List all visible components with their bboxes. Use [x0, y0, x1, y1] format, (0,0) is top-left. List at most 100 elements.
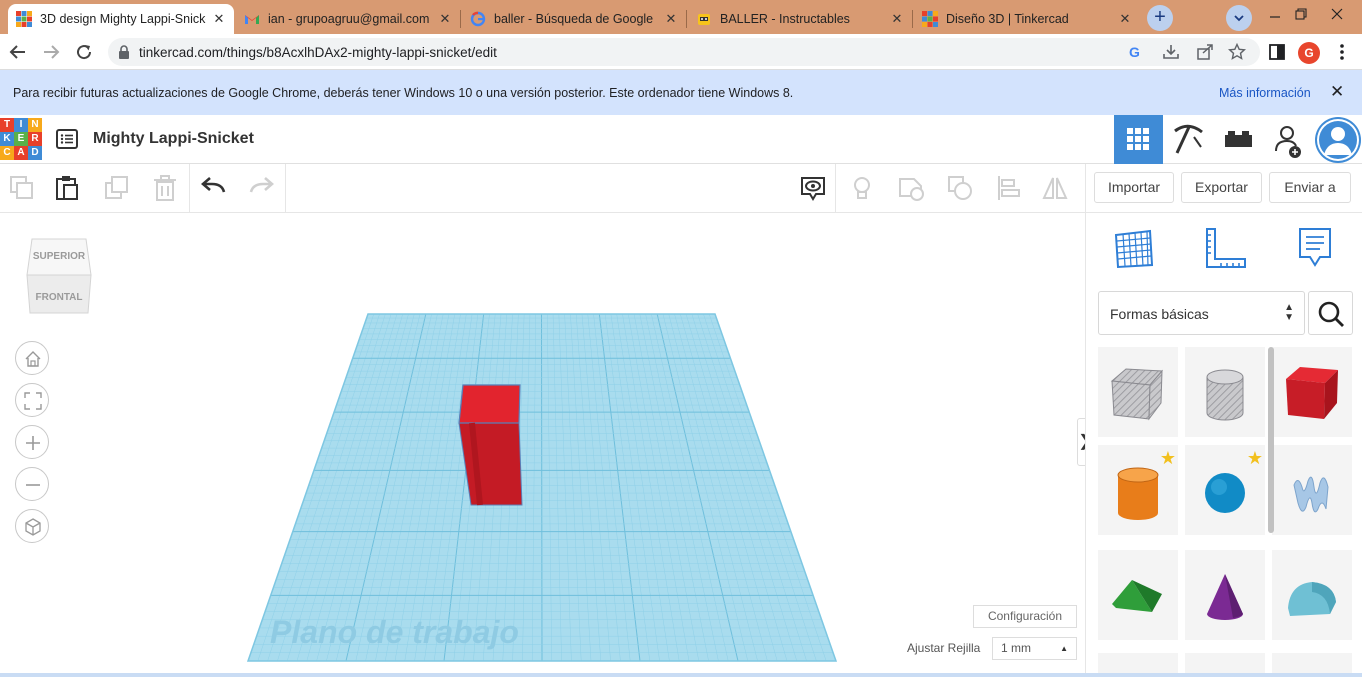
notes-icon[interactable]	[1292, 225, 1338, 271]
send-to-button[interactable]: Enviar a	[1269, 172, 1351, 203]
logo-letter: N	[28, 118, 42, 132]
box-hole-icon	[1110, 368, 1164, 421]
kebab-menu-icon[interactable]	[1332, 42, 1352, 62]
tinkercad-logo[interactable]: T I N K E R C A D	[0, 118, 42, 160]
logo-letter: R	[28, 132, 42, 146]
mirror-icon[interactable]	[1041, 174, 1069, 202]
design-title[interactable]: Mighty Lappi-Snicket	[93, 130, 254, 148]
undo-icon[interactable]	[200, 174, 228, 202]
shape-tile-sphere[interactable]: ★	[1185, 445, 1265, 535]
panel-scrollbar[interactable]	[1268, 347, 1274, 533]
shape-tile-cone[interactable]	[1185, 550, 1265, 640]
align-icon[interactable]	[995, 174, 1023, 202]
logo-letter: K	[0, 132, 14, 146]
tab-title: baller - Búsqueda de Google	[494, 12, 654, 26]
share-icon[interactable]	[1196, 43, 1214, 61]
tab-close-icon[interactable]: ✕	[890, 11, 904, 27]
snap-grid-select[interactable]: 1 mm ▲	[992, 637, 1077, 660]
more-info-link[interactable]: Más información	[1219, 86, 1311, 100]
google-translate-icon[interactable]: G	[1126, 43, 1144, 61]
import-button[interactable]: Importar	[1094, 172, 1174, 203]
3d-design-view-button[interactable]	[1114, 115, 1163, 164]
shape-tile-roof[interactable]	[1098, 550, 1178, 640]
ruler-icon[interactable]	[1201, 225, 1247, 271]
notes-eye-icon[interactable]	[799, 174, 827, 202]
logo-letter: D	[28, 146, 42, 160]
lightbulb-icon[interactable]	[848, 174, 876, 202]
pickaxe-icon	[1174, 124, 1203, 154]
shape-tile-partial[interactable]	[1098, 653, 1178, 673]
tab-close-icon[interactable]: ✕	[212, 11, 226, 27]
shape-tile-partial[interactable]	[1272, 653, 1352, 673]
cone-icon	[1207, 574, 1243, 620]
copy-icon[interactable]	[8, 174, 36, 202]
shape-tile-cylinder[interactable]: ★	[1098, 445, 1178, 535]
new-tab-button[interactable]: +	[1147, 5, 1173, 31]
workplane-grid[interactable]: Plano de trabajo	[0, 213, 1085, 673]
shape-tile-partial[interactable]	[1185, 653, 1265, 673]
shapes-panel: Formas básicas ▲ ▼ ★ ★	[1085, 213, 1362, 673]
user-silhouette-icon	[1317, 119, 1359, 161]
window-close-icon[interactable]	[1320, 0, 1354, 34]
shape-tile-box[interactable]	[1272, 347, 1352, 437]
install-app-icon[interactable]	[1162, 43, 1180, 61]
restore-icon[interactable]	[1284, 0, 1318, 34]
favorite-star-icon: ★	[1246, 448, 1263, 468]
search-icon	[1318, 301, 1344, 327]
profile-avatar[interactable]: G	[1298, 42, 1320, 64]
bookmark-star-icon[interactable]	[1228, 43, 1246, 61]
tab-search-chevron-icon[interactable]	[1226, 5, 1252, 31]
tab-title: 3D design Mighty Lappi-Snicke	[40, 12, 206, 26]
address-bar[interactable]: tinkercad.com/things/b8AcxlhDAx2-mighty-…	[108, 38, 1260, 66]
user-avatar[interactable]	[1315, 117, 1361, 163]
side-panel-icon[interactable]	[1267, 42, 1287, 62]
red-box-shape[interactable]	[458, 384, 523, 506]
brick-icon	[1225, 131, 1252, 147]
logo-letter: C	[0, 146, 14, 160]
shape-tile-round-roof[interactable]	[1272, 550, 1352, 640]
duplicate-icon[interactable]	[103, 174, 131, 202]
workplane-tool-icon[interactable]	[1110, 225, 1156, 271]
tab-close-icon[interactable]: ✕	[664, 11, 678, 27]
shape-tile-scribble[interactable]	[1272, 445, 1352, 535]
group-icon[interactable]	[897, 174, 925, 202]
tinkercad-favicon-icon	[922, 11, 938, 27]
lock-icon[interactable]	[118, 45, 130, 59]
shape-tile-cylinder-hole[interactable]	[1185, 347, 1265, 437]
tab-tinkercad-home[interactable]: Diseño 3D | Tinkercad ✕	[914, 4, 1140, 34]
tab-gmail[interactable]: ian - grupoagruu@gmail.com ✕	[236, 4, 460, 34]
add-user-icon	[1275, 126, 1301, 158]
tab-tinkercad-design[interactable]: 3D design Mighty Lappi-Snicke ✕	[8, 4, 234, 34]
tab-instructables[interactable]: BALLER - Instructables ✕	[688, 4, 912, 34]
logo-letter: A	[14, 146, 28, 160]
forward-arrow-icon[interactable]	[39, 40, 63, 64]
logo-letter: E	[14, 132, 28, 146]
back-arrow-icon[interactable]	[6, 40, 30, 64]
reload-icon[interactable]	[72, 40, 96, 64]
snap-grid-value: 1 mm	[1001, 641, 1031, 655]
settings-button[interactable]: Configuración	[973, 605, 1077, 628]
shape-category-select[interactable]: Formas básicas ▲ ▼	[1098, 291, 1305, 335]
infobar-close-icon[interactable]: ✕	[1330, 82, 1344, 102]
blocks-view-button[interactable]	[1164, 115, 1213, 164]
roof-icon	[1112, 580, 1162, 612]
url-text[interactable]: tinkercad.com/things/b8AcxlhDAx2-mighty-…	[139, 45, 497, 60]
redo-icon[interactable]	[247, 174, 275, 202]
snap-grid-label: Ajustar Rejilla	[907, 641, 981, 655]
export-button[interactable]: Exportar	[1181, 172, 1262, 203]
design-list-icon[interactable]	[56, 129, 78, 149]
favorite-star-icon: ★	[1159, 448, 1176, 468]
instructables-robot-icon	[698, 14, 710, 25]
invite-user-button[interactable]	[1264, 115, 1313, 164]
bricks-view-button[interactable]	[1214, 115, 1263, 164]
google-favicon-icon	[470, 11, 486, 27]
delete-trash-icon[interactable]	[151, 174, 179, 202]
paste-icon[interactable]	[53, 174, 81, 202]
tab-close-icon[interactable]: ✕	[438, 11, 452, 27]
3d-viewport[interactable]: SUPERIOR FRONTAL Plano de trabajo Config…	[0, 213, 1093, 673]
shape-search-button[interactable]	[1308, 291, 1353, 335]
tab-google-search[interactable]: baller - Búsqueda de Google ✕	[462, 4, 686, 34]
ungroup-icon[interactable]	[946, 174, 974, 202]
tab-close-icon[interactable]: ✕	[1118, 11, 1132, 27]
shape-tile-box-hole[interactable]	[1098, 347, 1178, 437]
